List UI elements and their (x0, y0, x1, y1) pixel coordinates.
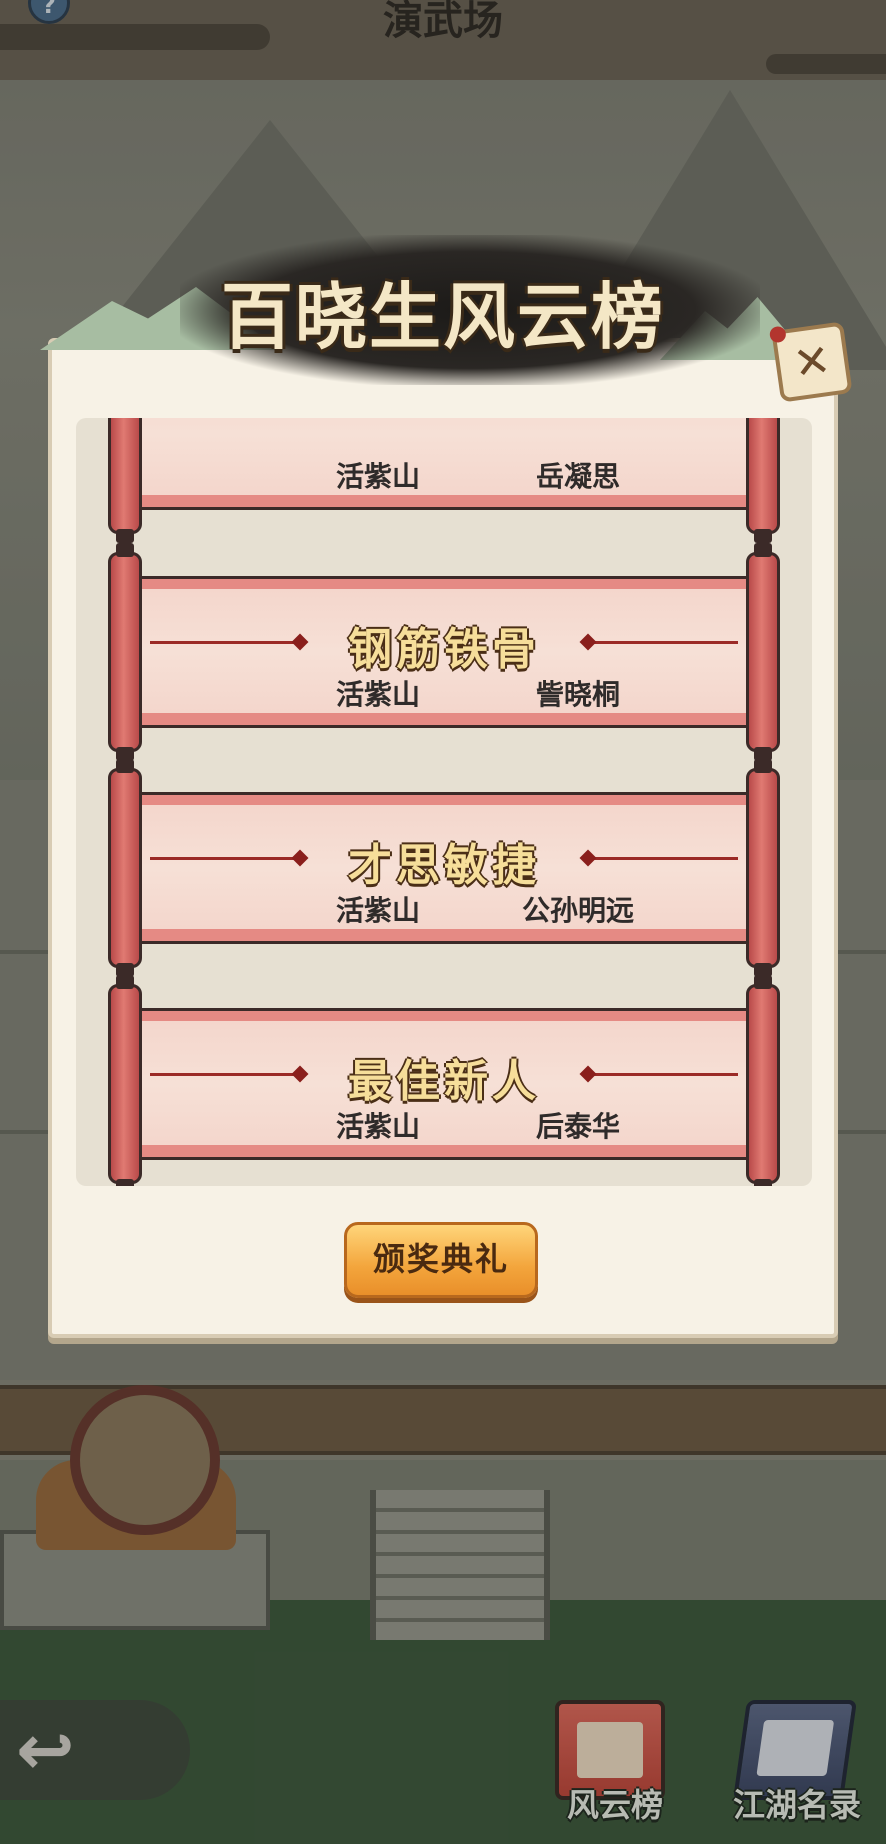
award-winner: 后泰华 (535, 1110, 620, 1143)
award-winner: 岳凝思 (535, 460, 620, 493)
award-name: 钢筋铁骨 (348, 624, 540, 675)
award-scroll: 最佳新人 活紫山 后泰华 (108, 975, 780, 1186)
scroll-paper: 活紫山 岳凝思 (138, 418, 750, 510)
award-sect: 活紫山 (335, 894, 420, 927)
scroll-rod (746, 759, 780, 977)
close-icon: ✕ (790, 334, 834, 390)
award-ceremony-button[interactable]: 颁奖典礼 (344, 1222, 538, 1298)
scroll-rod (108, 759, 142, 977)
scroll-rod (746, 418, 780, 543)
modal-title: 百晓生风云榜 (220, 274, 665, 359)
award-name: 才思敏捷 (348, 840, 540, 891)
award-scroll: 钢筋铁骨 活紫山 訾晓桐 (108, 543, 780, 761)
awards-list-viewport[interactable]: 活紫山 岳凝思 钢筋铁骨 活紫山 訾晓桐 才思敏捷 活紫山 公孙明远 最佳新人 … (76, 418, 812, 1186)
scroll-paper: 钢筋铁骨 活紫山 訾晓桐 (138, 576, 750, 728)
scroll-paper: 最佳新人 活紫山 后泰华 (138, 1008, 750, 1160)
award-sect: 活紫山 (335, 460, 420, 493)
scroll-rod (108, 543, 142, 761)
close-button[interactable]: ✕ (768, 321, 853, 403)
award-name: 最佳新人 (348, 1056, 540, 1107)
award-scroll: 活紫山 岳凝思 (108, 418, 780, 543)
award-sect: 活紫山 (335, 1110, 420, 1143)
scroll-rod (746, 975, 780, 1186)
award-scroll: 才思敏捷 活紫山 公孙明远 (108, 759, 780, 977)
award-winner: 公孙明远 (521, 894, 634, 927)
scroll-rod (746, 543, 780, 761)
scroll-paper: 才思敏捷 活紫山 公孙明远 (138, 792, 750, 944)
scroll-rod (108, 418, 142, 543)
award-winner: 訾晓桐 (535, 678, 620, 711)
scroll-rod (108, 975, 142, 1186)
award-sect: 活紫山 (335, 678, 420, 711)
